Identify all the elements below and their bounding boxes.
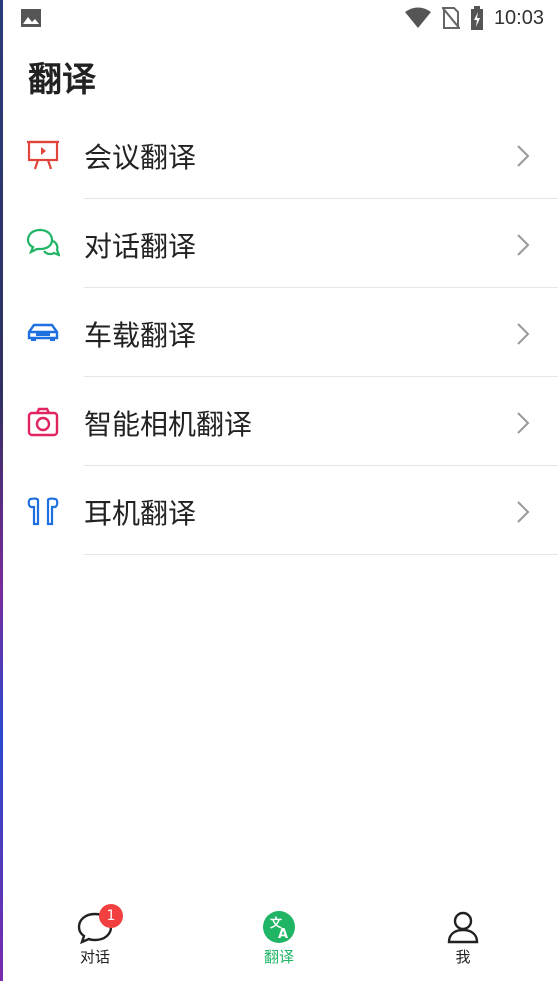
no-sim-icon — [441, 7, 460, 29]
chevron-right-icon — [517, 323, 530, 345]
list-item-label: 车载翻译 — [84, 319, 197, 352]
list-item-label: 智能相机翻译 — [84, 408, 253, 441]
divider — [84, 554, 558, 555]
list-item-earbuds[interactable]: 耳机翻译 — [0, 466, 558, 555]
chevron-right-icon — [517, 234, 530, 256]
bottom-nav: 1 对话 文 A 翻译 我 — [0, 901, 558, 981]
list-item-meeting[interactable]: 会议翻译 — [0, 110, 558, 199]
clock: 10:03 — [493, 6, 544, 29]
svg-text:A: A — [278, 927, 288, 942]
list-item-car[interactable]: 车载翻译 — [0, 288, 558, 377]
battery-charging-icon — [470, 6, 483, 30]
tab-label: 翻译 — [263, 948, 294, 966]
chevron-right-icon — [517, 501, 530, 523]
list-item-label: 耳机翻译 — [84, 497, 197, 530]
page-title: 翻译 — [28, 60, 96, 100]
chevron-right-icon — [517, 145, 530, 167]
status-bar: 10:03 — [0, 0, 558, 38]
person-icon — [447, 911, 479, 944]
translation-mode-list: 会议翻译 对话翻译 车载翻译 智能相机翻译 耳机翻译 — [0, 110, 558, 555]
tab-label: 对话 — [79, 948, 110, 966]
tab-label: 我 — [455, 948, 471, 966]
list-item-label: 会议翻译 — [84, 141, 197, 174]
gallery-icon — [21, 9, 41, 27]
translate-icon: 文 A — [263, 911, 295, 943]
list-item-label: 对话翻译 — [84, 230, 197, 263]
camera-icon — [27, 407, 59, 437]
unread-badge: 1 — [99, 904, 123, 928]
presentation-icon — [27, 140, 59, 170]
chevron-right-icon — [517, 412, 530, 434]
tab-me[interactable]: 我 — [413, 910, 513, 967]
list-item-conversation[interactable]: 对话翻译 — [0, 199, 558, 288]
tab-conversation[interactable]: 1 对话 — [45, 904, 145, 967]
earbuds-icon — [27, 497, 59, 526]
car-icon — [27, 323, 59, 341]
chat-bubbles-icon — [26, 228, 60, 257]
list-item-camera[interactable]: 智能相机翻译 — [0, 377, 558, 466]
wifi-icon — [404, 7, 431, 28]
tab-translate[interactable]: 文 A 翻译 — [229, 910, 329, 967]
